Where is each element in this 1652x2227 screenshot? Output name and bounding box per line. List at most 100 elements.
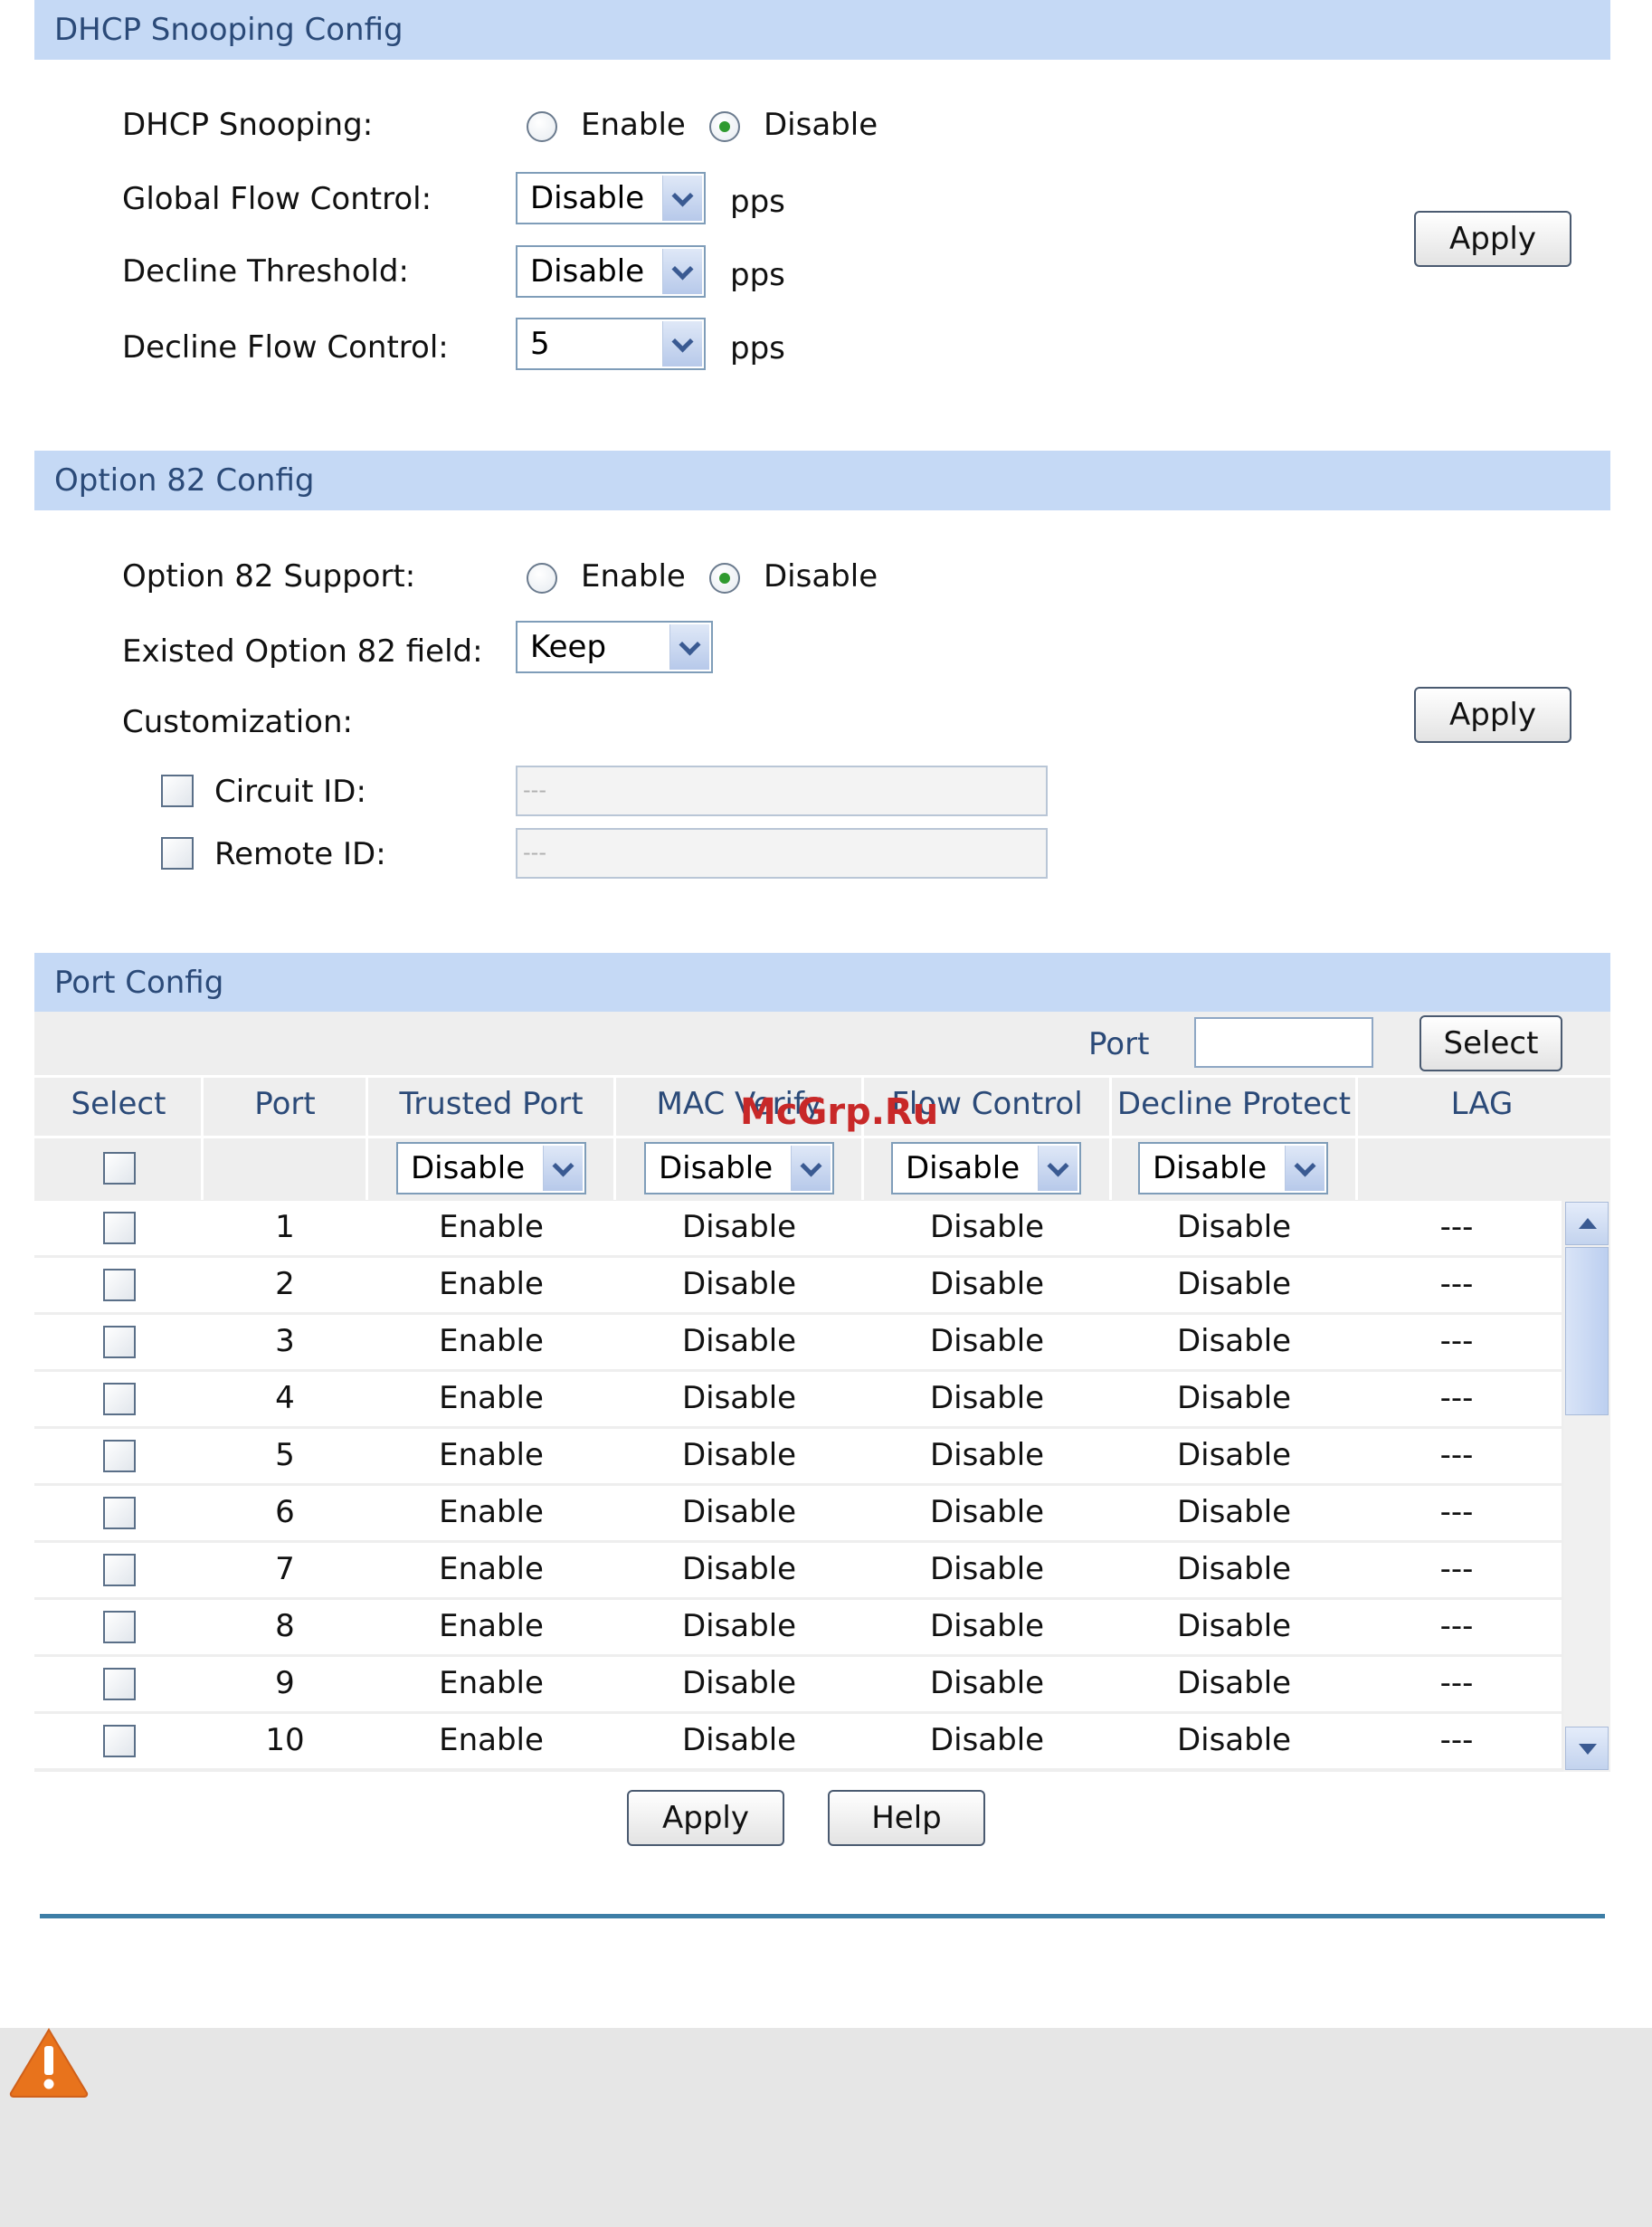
lag-value: --- <box>1439 1266 1474 1302</box>
existed-option82-select[interactable]: Keep <box>516 621 713 673</box>
flow-control-value: Disable <box>929 1266 1045 1302</box>
arrow-down-icon <box>1579 1744 1597 1755</box>
mac-verify-value: Disable <box>681 1266 797 1302</box>
mac-verify-value: Disable <box>681 1209 797 1245</box>
column-header-decline-protect: Decline Protect <box>1116 1086 1352 1122</box>
remote-id-checkbox[interactable] <box>161 837 194 870</box>
row-select-checkbox[interactable] <box>103 1725 136 1757</box>
column-header-trusted-port: Trusted Port <box>399 1086 584 1122</box>
bulk-trusted-port-select[interactable]: Disable <box>396 1142 586 1194</box>
lag-value: --- <box>1439 1323 1474 1359</box>
scroll-thumb[interactable] <box>1565 1247 1609 1415</box>
port-filter-label: Port <box>1088 1026 1150 1062</box>
bulk-flow-control-select[interactable]: Disable <box>891 1142 1081 1194</box>
option82-disable-radio[interactable] <box>709 563 740 594</box>
row-select-checkbox[interactable] <box>103 1668 136 1700</box>
port-number: 4 <box>275 1380 295 1416</box>
global-flow-control-value: Disable <box>530 180 645 216</box>
column-header-port: Port <box>254 1086 316 1122</box>
trusted-port-value: Enable <box>439 1323 544 1359</box>
option82-support-label: Option 82 Support: <box>122 558 416 595</box>
dhcp-snooping-label: DHCP Snooping: <box>122 107 374 143</box>
row-divider <box>34 1075 1610 1078</box>
port-number: 3 <box>275 1323 295 1359</box>
row-select-checkbox[interactable] <box>103 1611 136 1643</box>
select-all-checkbox[interactable] <box>103 1152 136 1185</box>
lag-value: --- <box>1439 1665 1474 1701</box>
dhcp-enable-radio[interactable] <box>527 111 557 142</box>
watermark: McGrp.Ru <box>740 1091 939 1133</box>
row-select-checkbox[interactable] <box>103 1497 136 1529</box>
decline-protect-value: Disable <box>1176 1266 1292 1302</box>
section-divider <box>40 1914 1605 1918</box>
dhcp-apply-button[interactable]: Apply <box>1414 211 1571 267</box>
decline-protect-value: Disable <box>1176 1551 1292 1587</box>
option82-header: Option 82 Config <box>34 451 1610 510</box>
chevron-down-icon <box>791 1146 831 1191</box>
warning-icon <box>9 2028 89 2098</box>
port-filter-input[interactable] <box>1194 1017 1373 1068</box>
chevron-down-icon <box>662 321 702 366</box>
global-flow-control-select[interactable]: Disable <box>516 172 706 224</box>
column-header-lag: LAG <box>1450 1086 1514 1122</box>
row-divider <box>34 1136 1610 1138</box>
chevron-down-icon <box>1285 1146 1324 1191</box>
flow-control-value: Disable <box>929 1437 1045 1473</box>
lag-value: --- <box>1439 1437 1474 1473</box>
decline-protect-value: Disable <box>1176 1437 1292 1473</box>
port-number: 1 <box>275 1209 295 1245</box>
decline-protect-value: Disable <box>1176 1722 1292 1758</box>
trusted-port-value: Enable <box>439 1551 544 1587</box>
mac-verify-value: Disable <box>681 1551 797 1587</box>
existed-option82-value: Keep <box>530 629 607 665</box>
remote-id-label: Remote ID: <box>214 836 386 872</box>
customization-label: Customization: <box>122 704 353 740</box>
decline-flow-control-label: Decline Flow Control: <box>122 329 449 366</box>
circuit-id-label: Circuit ID: <box>214 774 366 810</box>
dhcp-disable-label: Disable <box>764 107 878 143</box>
row-select-checkbox[interactable] <box>103 1269 136 1301</box>
scroll-up-button[interactable] <box>1565 1202 1609 1245</box>
scroll-down-button[interactable] <box>1565 1727 1609 1770</box>
global-flow-unit: pps <box>730 184 785 220</box>
row-select-checkbox[interactable] <box>103 1326 136 1358</box>
bulk-mac-verify-select[interactable]: Disable <box>644 1142 834 1194</box>
bulk-decline-protect-value: Disable <box>1153 1150 1267 1186</box>
dhcp-enable-label: Enable <box>581 107 686 143</box>
option82-enable-radio[interactable] <box>527 563 557 594</box>
bulk-decline-protect-select[interactable]: Disable <box>1138 1142 1328 1194</box>
column-header-select: Select <box>71 1086 166 1122</box>
dhcp-disable-radio[interactable] <box>709 111 740 142</box>
existed-option82-label: Existed Option 82 field: <box>122 633 483 670</box>
port-apply-button[interactable]: Apply <box>627 1790 784 1846</box>
row-select-checkbox[interactable] <box>103 1383 136 1415</box>
table-scrollbar[interactable] <box>1563 1200 1610 1772</box>
row-select-checkbox[interactable] <box>103 1554 136 1586</box>
lag-value: --- <box>1439 1608 1474 1644</box>
global-flow-control-label: Global Flow Control: <box>122 181 432 217</box>
decline-flow-control-select[interactable]: 5 <box>516 318 706 370</box>
remote-id-input[interactable]: --- <box>516 828 1048 879</box>
decline-flow-unit: pps <box>730 330 785 366</box>
decline-threshold-select[interactable]: Disable <box>516 245 706 298</box>
row-select-checkbox[interactable] <box>103 1212 136 1244</box>
chevron-down-icon <box>1038 1146 1078 1191</box>
decline-protect-value: Disable <box>1176 1665 1292 1701</box>
mac-verify-value: Disable <box>681 1323 797 1359</box>
chevron-down-icon <box>543 1146 583 1191</box>
circuit-id-checkbox[interactable] <box>161 775 194 807</box>
port-select-button[interactable]: Select <box>1419 1015 1562 1071</box>
bulk-trusted-port-value: Disable <box>411 1150 526 1186</box>
option82-apply-button[interactable]: Apply <box>1414 687 1571 743</box>
decline-protect-value: Disable <box>1176 1494 1292 1530</box>
mac-verify-value: Disable <box>681 1665 797 1701</box>
flow-control-value: Disable <box>929 1380 1045 1416</box>
trusted-port-value: Enable <box>439 1494 544 1530</box>
decline-protect-value: Disable <box>1176 1209 1292 1245</box>
decline-protect-value: Disable <box>1176 1323 1292 1359</box>
help-button[interactable]: Help <box>828 1790 985 1846</box>
chevron-down-icon <box>662 176 702 221</box>
port-number: 2 <box>275 1266 295 1302</box>
circuit-id-input[interactable]: --- <box>516 766 1048 816</box>
row-select-checkbox[interactable] <box>103 1440 136 1472</box>
